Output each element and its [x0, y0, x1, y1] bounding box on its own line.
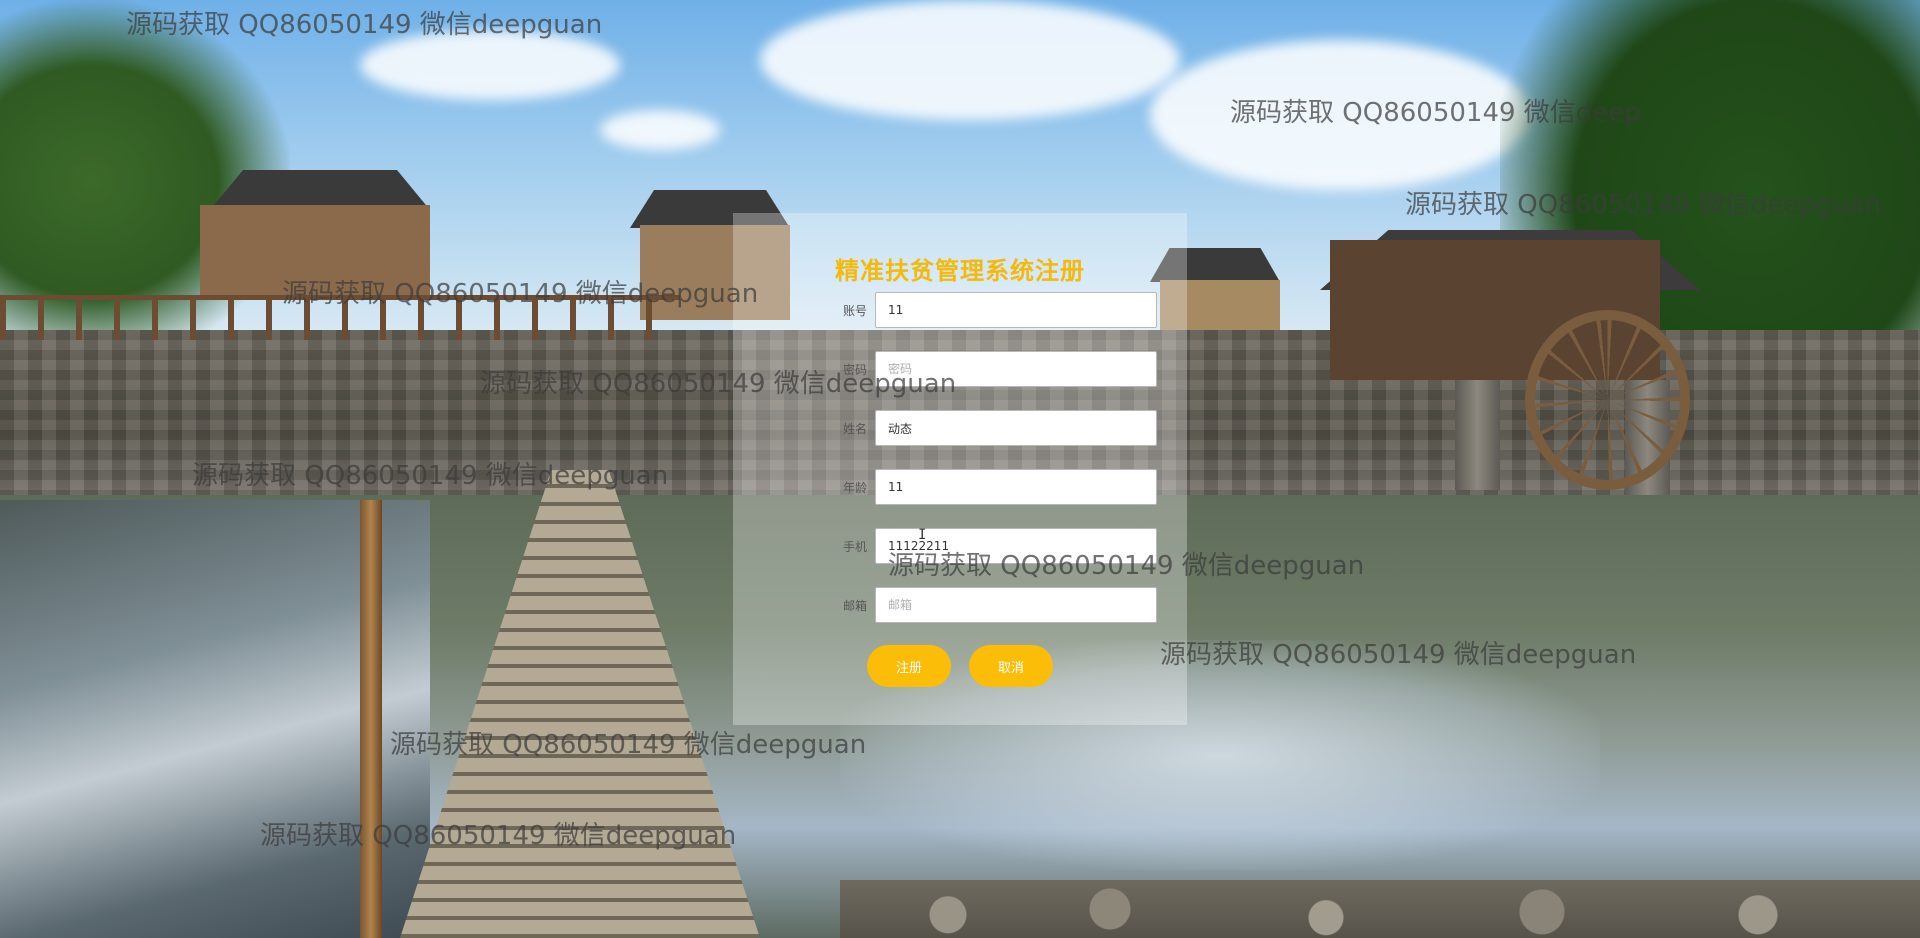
register-button[interactable]: 注册	[867, 645, 951, 687]
house	[200, 205, 430, 300]
register-panel: 精准扶贫管理系统注册 账号 密码 姓名 年龄 手机 邮箱 注册 取消	[733, 213, 1187, 725]
page-title: 精准扶贫管理系统注册	[835, 257, 1085, 285]
cloud	[760, 0, 1180, 120]
age-label: 年龄	[842, 481, 867, 495]
age-input[interactable]	[875, 469, 1157, 505]
field-row-name: 姓名	[733, 410, 1187, 448]
text-cursor-icon: I	[918, 527, 927, 543]
field-row-email: 邮箱	[733, 587, 1187, 625]
name-input[interactable]	[875, 410, 1157, 446]
fence	[0, 295, 680, 340]
water-wheel	[1525, 310, 1690, 490]
name-label: 姓名	[842, 422, 867, 436]
cloud	[600, 110, 720, 150]
mill-pillar	[1455, 380, 1500, 490]
field-row-account: 账号	[733, 292, 1187, 330]
field-row-password: 密码	[733, 351, 1187, 389]
account-label: 账号	[842, 304, 867, 318]
field-row-age: 年龄	[733, 469, 1187, 507]
field-row-phone: 手机	[733, 528, 1187, 566]
cloud	[1150, 40, 1530, 190]
rope-post	[360, 500, 382, 938]
house-roof	[210, 170, 430, 210]
password-input[interactable]	[875, 351, 1157, 387]
password-label: 密码	[842, 363, 867, 377]
river-rocks	[840, 880, 1920, 938]
cancel-button[interactable]: 取消	[969, 645, 1053, 687]
account-input[interactable]	[875, 292, 1157, 328]
email-input[interactable]	[875, 587, 1157, 623]
email-label: 邮箱	[842, 599, 867, 613]
cloud	[360, 30, 620, 100]
phone-label: 手机	[842, 540, 867, 554]
